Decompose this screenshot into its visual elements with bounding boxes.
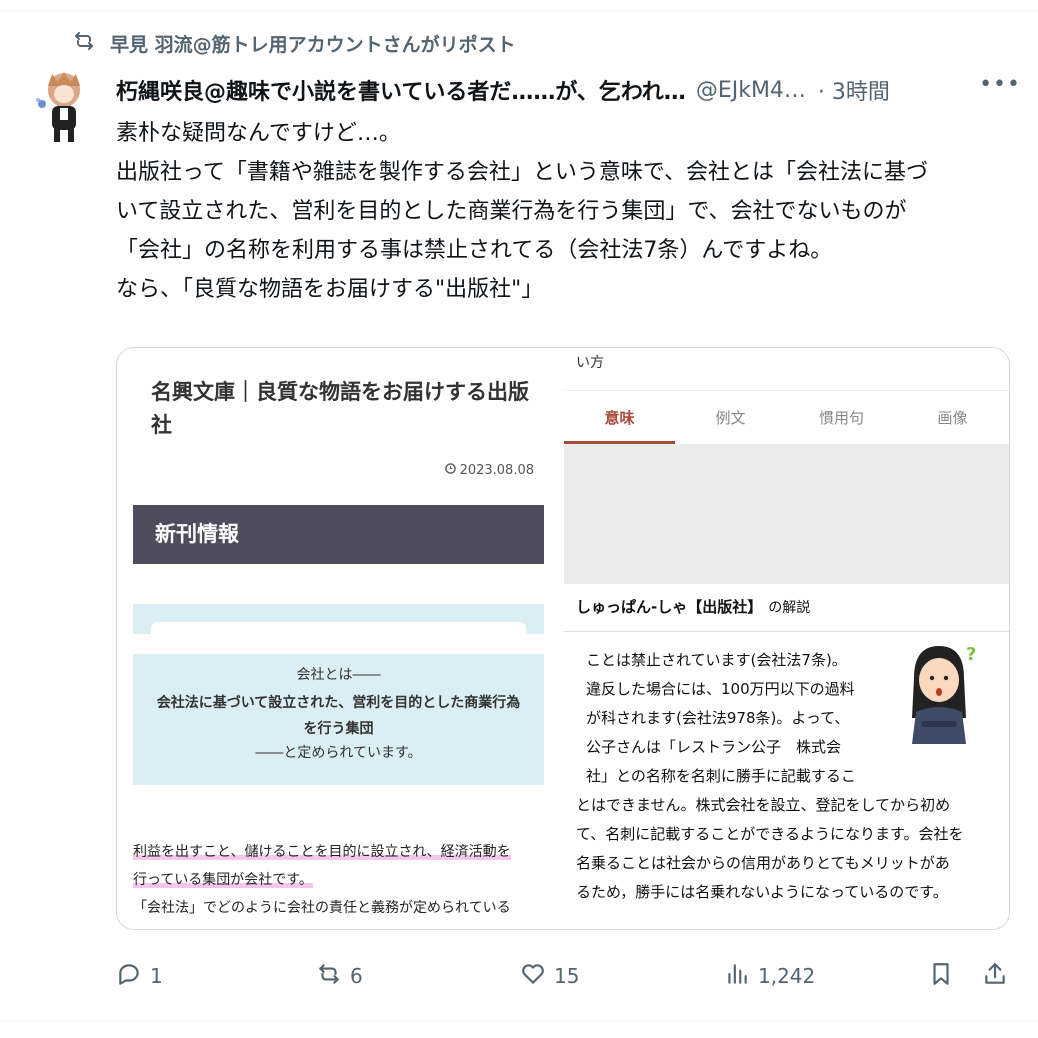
tab-examples: 例文 <box>715 409 746 427</box>
body-line: とはできません。株式会社を設立、登記をしてから初め <box>576 796 951 814</box>
like-button[interactable]: 15 <box>520 952 579 1000</box>
definition-outro: ――と定められています。 <box>255 745 422 761</box>
tab-meaning: 意味 <box>564 391 675 445</box>
body-line: ことは禁止されています(会社法7条)。 <box>586 651 847 669</box>
article-date: 2023.08.08 <box>444 463 534 478</box>
body-line: るため，勝手には名乗れないようになっているのです。 <box>576 883 948 901</box>
tweet-line: 出版社って「書籍や雑誌を製作する会社」という意味で、会社とは「会社法に基づ <box>116 160 929 185</box>
definition-intro: 会社とは―― <box>296 667 381 683</box>
tab-idioms: 慣用句 <box>818 409 864 427</box>
more-options-icon[interactable]: ••• <box>979 72 1021 97</box>
tweet-header: 朽縄咲良@趣味で小説を書いている者だ……が、乞われ… @EJkM4… · 3時間… <box>116 72 1021 108</box>
repost-indicator[interactable]: 早見 羽流@筋トレ用アカウントさんがリポスト <box>72 28 516 58</box>
avatar[interactable] <box>32 68 94 148</box>
definition-main: 会社法に基づいて設立された、営利を目的とした商業行為 を行う集団 <box>133 690 544 742</box>
dictionary-body: ことは禁止されています(会社法7条)。 違反した場合には、100万円以下の過料 … <box>576 646 996 907</box>
body-line: て、名刺に記載することができるようになります。会社を <box>576 825 964 843</box>
views-count: 1,242 <box>758 964 816 988</box>
ad-placeholder <box>564 444 1009 584</box>
body-text: 「会社法」でどのように会社の責任と義務が定められている <box>133 900 511 916</box>
highlighted-text: 行っている集団が会社です。 <box>133 872 313 888</box>
bookmark-icon <box>928 961 954 992</box>
action-bar: 1 6 15 1,242 <box>116 952 1011 1000</box>
media-image-left[interactable]: 名興文庫｜良質な物語をお届けする出版社 2023.08.08 新刊情報 会社とは… <box>117 348 562 929</box>
body-line: 名乗ることは社会からの信用がありとてもメリットがあ <box>576 854 950 872</box>
like-count: 15 <box>554 964 580 988</box>
author-handle[interactable]: @EJkM4… <box>696 78 806 103</box>
top-border <box>0 0 1038 11</box>
views-button[interactable]: 1,242 <box>724 952 815 1000</box>
reply-count: 1 <box>150 964 163 988</box>
definition-box: 会社とは―― 会社法に基づいて設立された、営利を目的とした商業行為 を行う集団 … <box>133 654 544 785</box>
partial-heading: い方 <box>576 355 604 371</box>
repost-text: 早見 羽流@筋トレ用アカウントさんがリポスト <box>110 33 516 56</box>
share-button[interactable] <box>982 952 1008 1000</box>
tweet-line: 素朴な疑問なんですけど…。 <box>116 121 401 146</box>
highlighted-text: 利益を出すこと、儲けることを目的に設立され、経済活動を <box>133 844 511 860</box>
reply-button[interactable]: 1 <box>116 952 163 1000</box>
definition-main-line: を行う集団 <box>303 721 374 737</box>
tweet-text: 素朴な疑問なんですけど…。 出版社って「書籍や雑誌を製作する会社」という意味で、… <box>116 114 1011 309</box>
reply-icon <box>116 961 142 992</box>
new-release-banner: 新刊情報 <box>133 505 544 564</box>
date-text: 2023.08.08 <box>459 463 534 478</box>
tweet-time[interactable]: · 3時間 <box>818 74 890 106</box>
body-line: 社」との名称を名刺に勝手に記載するこ <box>586 767 856 785</box>
heading-word: しゅっぱん-しゃ【出版社】 <box>576 598 763 616</box>
clock-icon <box>444 463 456 478</box>
body-line: 公子さんは「レストラン公子 株式会 <box>586 738 842 756</box>
body-line: が科されます(会社法978条)。よって、 <box>586 709 850 727</box>
repost-button[interactable]: 6 <box>316 952 363 1000</box>
bottom-border <box>0 1020 1038 1021</box>
views-icon <box>724 961 750 992</box>
media-card[interactable]: 名興文庫｜良質な物語をお届けする出版社 2023.08.08 新刊情報 会社とは… <box>116 347 1010 930</box>
tweet-line: なら、「良質な物語をお届けする"出版社"」 <box>116 277 544 302</box>
dictionary-heading: しゅっぱん-しゃ【出版社】 の解説 <box>576 596 810 617</box>
author-name[interactable]: 朽縄咲良@趣味で小説を書いている者だ……が、乞われ… <box>116 74 686 106</box>
divider <box>564 631 1009 632</box>
tweet-line: 「会社」の名称を利用する事は禁止されてる（会社法7条）んですよね。 <box>116 238 833 263</box>
media-image-right[interactable]: い方 意味 例文 慣用句 画像 しゅっぱん-しゃ【出版社】 の解説 ? ことは禁… <box>564 348 1009 929</box>
body-line: 違反した場合には、100万円以下の過料 <box>586 680 855 698</box>
dictionary-tabs: 意味 例文 慣用句 画像 <box>564 390 1009 445</box>
article-title: 名興文庫｜良質な物語をお届けする出版社 <box>151 380 529 437</box>
heart-icon <box>520 961 546 992</box>
tab-images: 画像 <box>937 409 968 427</box>
repost-count: 6 <box>350 964 363 988</box>
decorative-strip <box>133 604 544 634</box>
article-body: 利益を出すこと、儲けることを目的に設立され、経済活動を 行っている集団が会社です… <box>133 838 553 922</box>
bookmark-button[interactable] <box>928 952 954 1000</box>
repost-icon <box>72 29 96 58</box>
heading-suffix: の解説 <box>768 600 811 616</box>
definition-main-line: 会社法に基づいて設立された、営利を目的とした商業行為 <box>156 695 521 711</box>
repost-icon <box>316 961 342 992</box>
tweet-line: いて設立された、営利を目的とした商業行為を行う集団」で、会社でないものが <box>116 199 907 224</box>
share-icon <box>982 961 1008 992</box>
